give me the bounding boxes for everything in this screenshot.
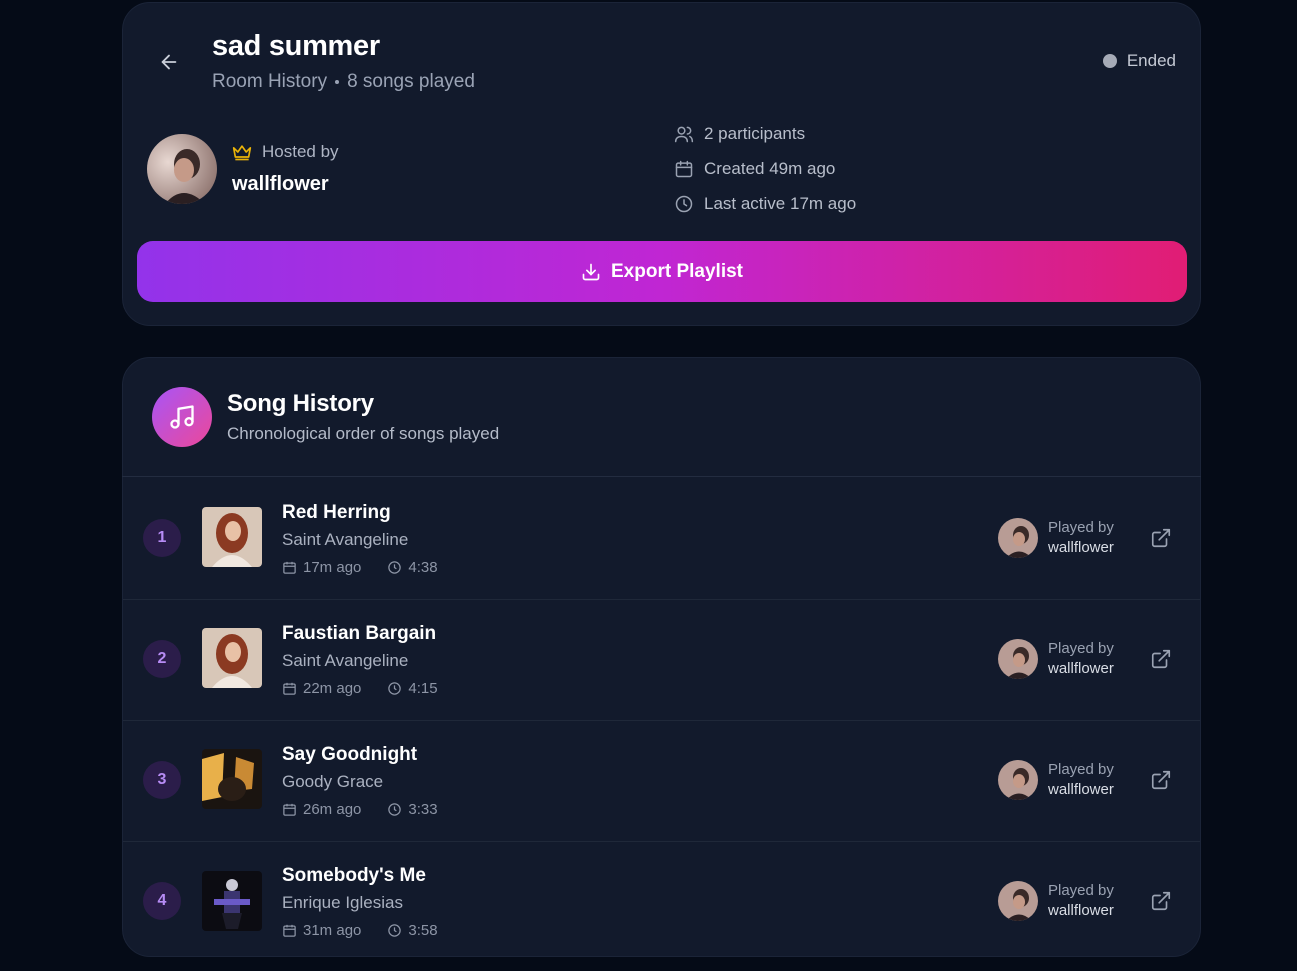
song-title: Faustian Bargain: [282, 623, 437, 644]
song-title: Somebody's Me: [282, 865, 426, 886]
song-title: Say Goodnight: [282, 744, 418, 765]
song-title: Red Herring: [282, 502, 391, 523]
played-by-avatar: [998, 881, 1038, 921]
song-artist: Saint Avangeline: [282, 530, 409, 549]
arrow-left-icon: [161, 54, 177, 70]
song-meta: 31m ago 3:58: [282, 922, 438, 939]
played-by: Played by wallflower: [1048, 639, 1114, 679]
divider: [122, 476, 1201, 477]
calendar-icon: [283, 924, 296, 937]
song-history-title: Song History: [227, 390, 374, 417]
played-by: Played by wallflower: [1048, 881, 1114, 921]
crown-icon: [232, 145, 252, 161]
clock-icon: [388, 924, 402, 937]
music-note-icon: [170, 405, 194, 429]
song-row[interactable]: 2 Faustian Bargain Saint Avangeline 22m …: [123, 599, 1200, 720]
room-history-label: Room History: [212, 71, 328, 92]
room-title: sad summer: [212, 30, 380, 62]
created-time: Created 49m ago: [704, 159, 836, 178]
calendar-icon: [675, 160, 693, 178]
song-number: 1: [143, 519, 181, 557]
song-meta: 22m ago 4:15: [282, 680, 438, 697]
back-button[interactable]: [155, 48, 183, 76]
song-duration: 4:38: [408, 559, 438, 576]
song-history-subtitle: Chronological order of songs played: [227, 424, 500, 443]
played-by-avatar: [998, 760, 1038, 800]
played-ago: 26m ago: [303, 801, 362, 818]
song-duration: 3:33: [408, 801, 438, 818]
calendar-icon: [283, 803, 296, 816]
song-number: 2: [143, 640, 181, 678]
clock-icon: [388, 682, 402, 695]
hosted-by-row: Hosted by: [232, 142, 339, 162]
created-row: Created 49m ago: [674, 159, 835, 179]
played-by-label: Played by: [1048, 882, 1114, 899]
external-link-icon[interactable]: [1150, 769, 1172, 791]
album-cover: [202, 749, 262, 809]
external-link-icon[interactable]: [1150, 890, 1172, 912]
hosted-by-label: Hosted by: [262, 142, 339, 161]
played-by-avatar: [998, 639, 1038, 679]
played-by-label: Played by: [1048, 519, 1114, 536]
song-row[interactable]: 4 Somebody's Me Enrique Iglesias 31m ago…: [123, 841, 1200, 962]
download-icon: [582, 263, 600, 280]
users-icon: [674, 126, 694, 143]
song-number: 3: [143, 761, 181, 799]
song-row[interactable]: 1 Red Herring Saint Avangeline 17m ago 4…: [123, 478, 1200, 599]
song-meta: 17m ago 4:38: [282, 559, 438, 576]
song-meta: 26m ago 3:33: [282, 801, 438, 818]
played-ago: 17m ago: [303, 559, 362, 576]
export-playlist-button[interactable]: Export Playlist: [137, 241, 1187, 302]
played-ago: 31m ago: [303, 922, 362, 939]
external-link-icon[interactable]: [1150, 648, 1172, 670]
played-by-user: wallflower: [1048, 660, 1114, 677]
calendar-icon: [283, 561, 296, 574]
calendar-icon: [283, 682, 296, 695]
played-by-avatar: [998, 518, 1038, 558]
songs-played-count: 8 songs played: [347, 71, 475, 92]
host-name: wallflower: [232, 173, 329, 195]
played-by-user: wallflower: [1048, 539, 1114, 556]
room-subtitle: Room History 8 songs played: [212, 71, 475, 93]
song-artist: Goody Grace: [282, 772, 384, 791]
song-duration: 3:58: [408, 922, 438, 939]
played-by-user: wallflower: [1048, 781, 1114, 798]
song-artist: Enrique Iglesias: [282, 893, 403, 912]
participants-count: 2 participants: [704, 124, 806, 143]
song-history-badge: [152, 387, 212, 447]
separator-dot: [335, 80, 340, 84]
status-label: Ended: [1126, 51, 1176, 70]
played-ago: 22m ago: [303, 680, 362, 697]
status-dot: [1102, 54, 1117, 68]
host-avatar: [147, 134, 217, 204]
song-artist: Saint Avangeline: [282, 651, 409, 670]
album-cover: [202, 871, 262, 931]
played-by: Played by wallflower: [1048, 760, 1114, 800]
last-active-row: Last active 17m ago: [674, 194, 856, 214]
participants-row: 2 participants: [674, 124, 805, 144]
song-row[interactable]: 3 Say Goodnight Goody Grace 26m ago 3:33…: [123, 720, 1200, 841]
played-by-user: wallflower: [1048, 902, 1114, 919]
external-link-icon[interactable]: [1150, 527, 1172, 549]
status-badge: Ended: [1102, 51, 1176, 71]
clock-icon: [388, 561, 402, 574]
export-playlist-label: Export Playlist: [611, 260, 743, 282]
played-by-label: Played by: [1048, 640, 1114, 657]
last-active-time: Last active 17m ago: [704, 194, 857, 213]
played-by-label: Played by: [1048, 761, 1114, 778]
album-cover: [202, 507, 262, 567]
clock-icon: [388, 803, 402, 816]
song-duration: 4:15: [408, 680, 438, 697]
album-cover: [202, 628, 262, 688]
song-number: 4: [143, 882, 181, 920]
clock-icon: [675, 195, 693, 213]
played-by: Played by wallflower: [1048, 518, 1114, 558]
